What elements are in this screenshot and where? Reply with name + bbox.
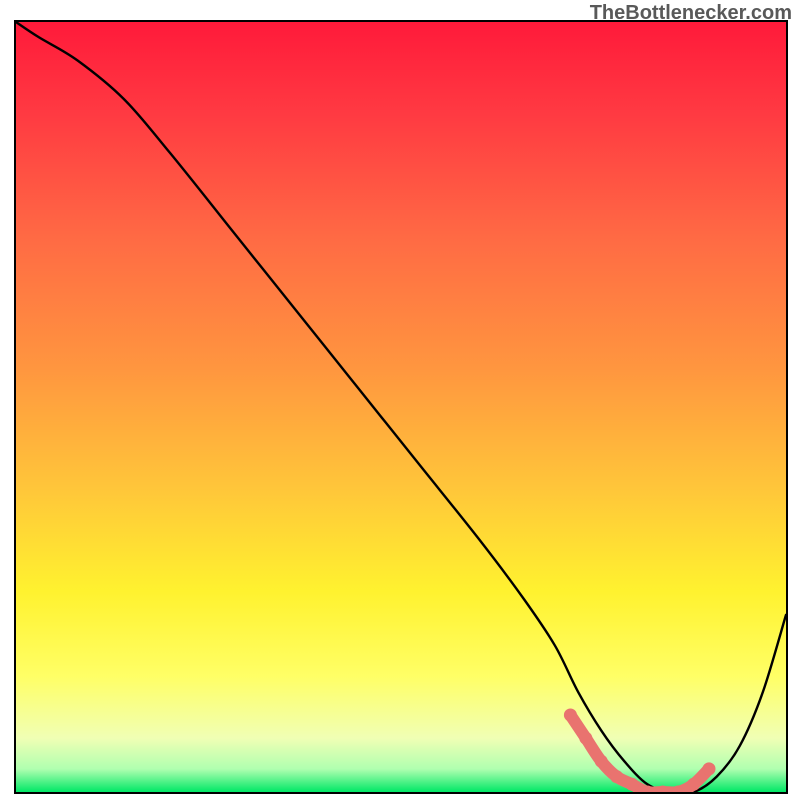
watermark-text: TheBottlenecker.com	[590, 2, 792, 25]
pink-dot	[564, 709, 577, 722]
curve-layer	[16, 22, 786, 792]
plot-area	[14, 20, 788, 794]
pink-dot	[687, 778, 700, 791]
pink-dot	[626, 778, 639, 791]
black-curve	[16, 22, 786, 792]
chart-container: TheBottlenecker.com	[0, 0, 800, 800]
pink-dot	[595, 755, 608, 768]
pink-highlight-curve	[570, 715, 709, 792]
pink-dot	[579, 732, 592, 745]
pink-dot	[610, 770, 623, 783]
pink-dot	[703, 762, 716, 775]
